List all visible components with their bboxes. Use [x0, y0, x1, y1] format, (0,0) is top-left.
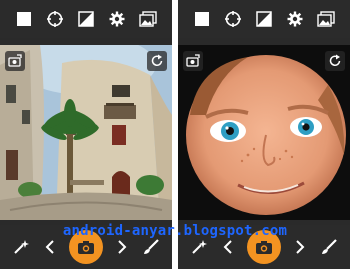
top-toolbar: [178, 0, 350, 38]
chevron-right-icon[interactable]: [111, 236, 133, 258]
refresh-icon: [329, 54, 341, 66]
gear-icon[interactable]: [106, 8, 128, 30]
contrast-icon[interactable]: [75, 8, 97, 30]
gear-icon[interactable]: [284, 8, 306, 30]
brush-icon[interactable]: [140, 236, 162, 258]
camera-preview[interactable]: [0, 45, 172, 220]
watermark-text: android-anyar.blogspot.com: [62, 223, 288, 239]
flip-camera-button[interactable]: [5, 51, 25, 71]
flip-camera-icon: [8, 54, 22, 67]
gallery-icon[interactable]: [315, 8, 337, 30]
camera-icon: [77, 240, 94, 254]
refresh-icon: [151, 54, 163, 66]
fisheye-street-photo: [0, 45, 172, 220]
flip-camera-icon: [186, 54, 200, 67]
contrast-icon[interactable]: [253, 8, 275, 30]
chevron-left-icon[interactable]: [217, 236, 239, 258]
target-icon[interactable]: [44, 8, 66, 30]
white-square-icon[interactable]: [191, 8, 213, 30]
magic-wand-icon[interactable]: [188, 236, 210, 258]
brush-icon[interactable]: [318, 236, 340, 258]
gallery-icon[interactable]: [137, 8, 159, 30]
chevron-right-icon[interactable]: [289, 236, 311, 258]
flip-camera-button[interactable]: [183, 51, 203, 71]
chevron-left-icon[interactable]: [39, 236, 61, 258]
magic-wand-icon[interactable]: [10, 236, 32, 258]
target-icon[interactable]: [222, 8, 244, 30]
fisheye-face-photo: [178, 45, 350, 220]
white-square-icon[interactable]: [13, 8, 35, 30]
top-toolbar: [0, 0, 172, 38]
refresh-button[interactable]: [147, 51, 167, 71]
camera-icon: [255, 240, 272, 254]
camera-preview[interactable]: [178, 45, 350, 220]
refresh-button[interactable]: [325, 51, 345, 71]
